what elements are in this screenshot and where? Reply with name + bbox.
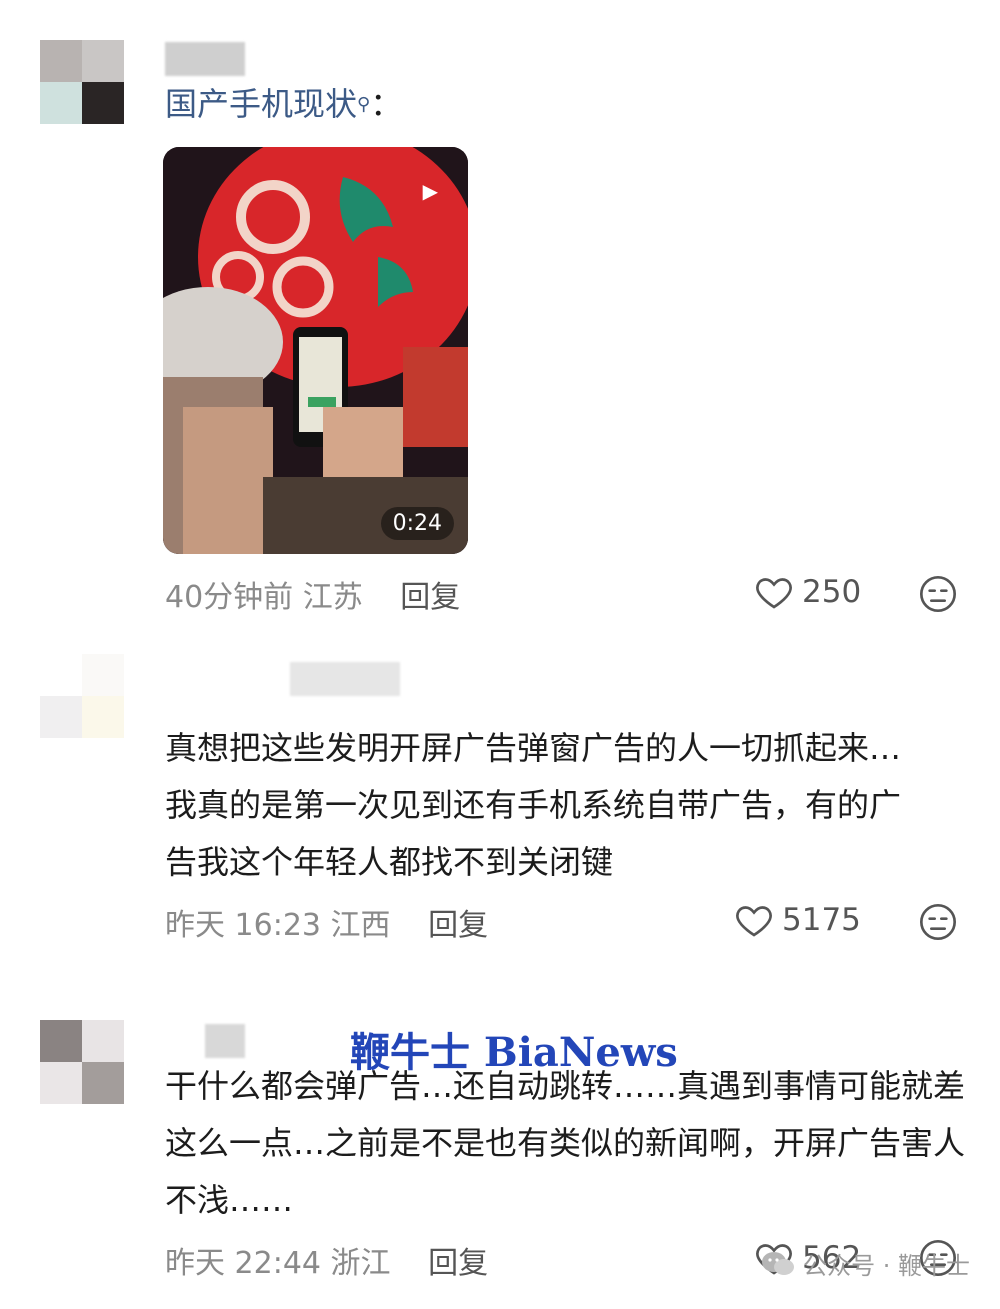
reply-button[interactable]: 回复	[428, 1246, 488, 1281]
video-duration: 0:24	[380, 507, 454, 540]
watermark-bottom-text: 公众号 · 鞭牛士	[803, 1252, 970, 1280]
reply-button[interactable]: 回复	[428, 908, 488, 943]
reply-button[interactable]: 回复	[400, 580, 460, 615]
wechat-icon	[762, 1251, 795, 1275]
avatar[interactable]	[40, 40, 124, 124]
comment-location: 江西	[330, 908, 391, 943]
like-count: 5175	[782, 902, 861, 938]
search-icon[interactable]: ⚲	[357, 94, 370, 115]
comment-time: 40分钟前	[165, 580, 294, 615]
video-thumbnail[interactable]: ▶ 0:24	[163, 147, 468, 554]
username-blurred[interactable]	[205, 1024, 245, 1058]
comment-text: 国产手机现状⚲：	[165, 76, 965, 133]
avatar[interactable]	[40, 654, 124, 738]
watermark-bottom: 公众号 · 鞭牛士	[761, 1246, 970, 1281]
like-button[interactable]: 5175	[734, 900, 861, 940]
comment-meta: 40分钟前 江苏 回复	[165, 572, 460, 616]
username-blurred[interactable]	[165, 42, 245, 76]
watermark-center: 鞭牛士 BiaNews	[350, 1029, 678, 1076]
comment-text: 真想把这些发明开屏广告弹窗广告的人一切抓起来…我真的是第一次见到还有手机系统自带…	[165, 729, 902, 881]
comment-text: 干什么都会弹广告…还自动跳转……真遇到事情可能就差这么一点…之前是不是也有类似的…	[165, 1067, 966, 1219]
play-icon: ▶	[422, 179, 438, 203]
like-button[interactable]: 250	[754, 572, 861, 612]
comment-text-suffix: ：	[370, 85, 403, 123]
comment-time: 昨天 16:23	[165, 908, 321, 943]
comment-time: 昨天 22:44	[165, 1246, 321, 1281]
dislike-face-icon[interactable]	[918, 574, 958, 614]
comment-text-prefix: 国产手机现状	[165, 85, 358, 123]
like-count: 250	[802, 574, 862, 610]
video-frame-image	[163, 147, 468, 554]
username-blurred[interactable]	[290, 662, 400, 696]
comment-meta: 昨天 16:23 江西 回复	[165, 900, 488, 944]
comment-location: 浙江	[330, 1246, 391, 1281]
heart-icon	[736, 906, 772, 937]
comment-location: 江苏	[302, 580, 363, 615]
comment-meta: 昨天 22:44 浙江 回复	[165, 1238, 488, 1282]
dislike-face-icon[interactable]	[918, 902, 958, 942]
avatar[interactable]	[40, 1020, 124, 1104]
heart-icon	[756, 578, 792, 609]
